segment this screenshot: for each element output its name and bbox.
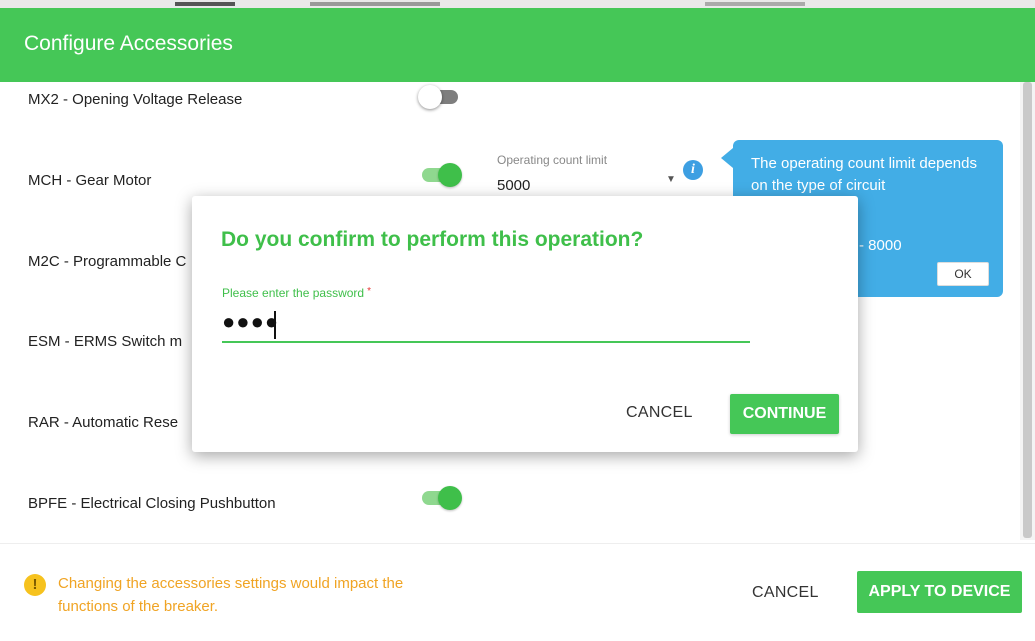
scrollbar-thumb[interactable] bbox=[1023, 82, 1032, 538]
operating-count-label: Operating count limit bbox=[497, 153, 608, 167]
tooltip-ok-button[interactable]: OK bbox=[937, 262, 989, 286]
continue-button[interactable]: CONTINUE bbox=[730, 394, 839, 434]
toggle-mx2[interactable] bbox=[418, 85, 460, 109]
toggle-knob bbox=[438, 486, 462, 510]
password-label-text: Please enter the password bbox=[222, 286, 365, 300]
toggle-knob bbox=[438, 163, 462, 187]
background-strip-block bbox=[310, 2, 440, 6]
page-title: Configure Accessories bbox=[24, 32, 233, 55]
tooltip-text: The operating count limit depends on the… bbox=[751, 155, 977, 194]
tooltip-range-text: - 8000 bbox=[859, 237, 902, 254]
required-mark: * bbox=[367, 286, 371, 297]
accessory-label-mch: MCH - Gear Motor bbox=[28, 172, 152, 189]
warning-icon: ! bbox=[24, 574, 46, 596]
chevron-down-icon[interactable]: ▼ bbox=[666, 174, 676, 185]
toggle-mch[interactable] bbox=[420, 163, 462, 187]
accessory-label-esm: ESM - ERMS Switch m bbox=[28, 333, 183, 350]
background-strip-block bbox=[705, 2, 805, 6]
accessory-label-mx2: MX2 - Opening Voltage Release bbox=[28, 91, 243, 108]
password-value: ●●●● bbox=[222, 309, 280, 334]
dialog-cancel-button[interactable]: CANCEL bbox=[626, 404, 693, 422]
scrollbar[interactable] bbox=[1020, 82, 1035, 540]
footer-cancel-button[interactable]: CANCEL bbox=[752, 584, 819, 602]
confirm-dialog-title: Do you confirm to perform this operation… bbox=[221, 228, 644, 251]
accessory-label-rar: RAR - Automatic Rese bbox=[28, 414, 179, 431]
info-icon[interactable]: i bbox=[683, 160, 703, 180]
confirm-dialog: Do you confirm to perform this operation… bbox=[192, 196, 858, 452]
accessory-label-bpfe: BPFE - Electrical Closing Pushbutton bbox=[28, 495, 276, 512]
text-caret bbox=[274, 311, 276, 339]
warning-message: Changing the accessories settings would … bbox=[58, 575, 404, 615]
apply-to-device-button[interactable]: APPLY TO DEVICE bbox=[857, 571, 1022, 613]
background-strip-block bbox=[175, 2, 235, 6]
dialog-header: Configure Accessories bbox=[0, 8, 1035, 82]
accessory-label-m2c: M2C - Programmable C bbox=[28, 253, 187, 270]
toggle-knob bbox=[418, 85, 442, 109]
background-app-strip bbox=[0, 0, 1035, 8]
password-label: Please enter the password * bbox=[222, 286, 371, 300]
operating-count-select[interactable]: 5000 bbox=[497, 177, 530, 194]
password-input[interactable]: ●●●● bbox=[222, 309, 750, 343]
toggle-bpfe[interactable] bbox=[420, 486, 462, 510]
